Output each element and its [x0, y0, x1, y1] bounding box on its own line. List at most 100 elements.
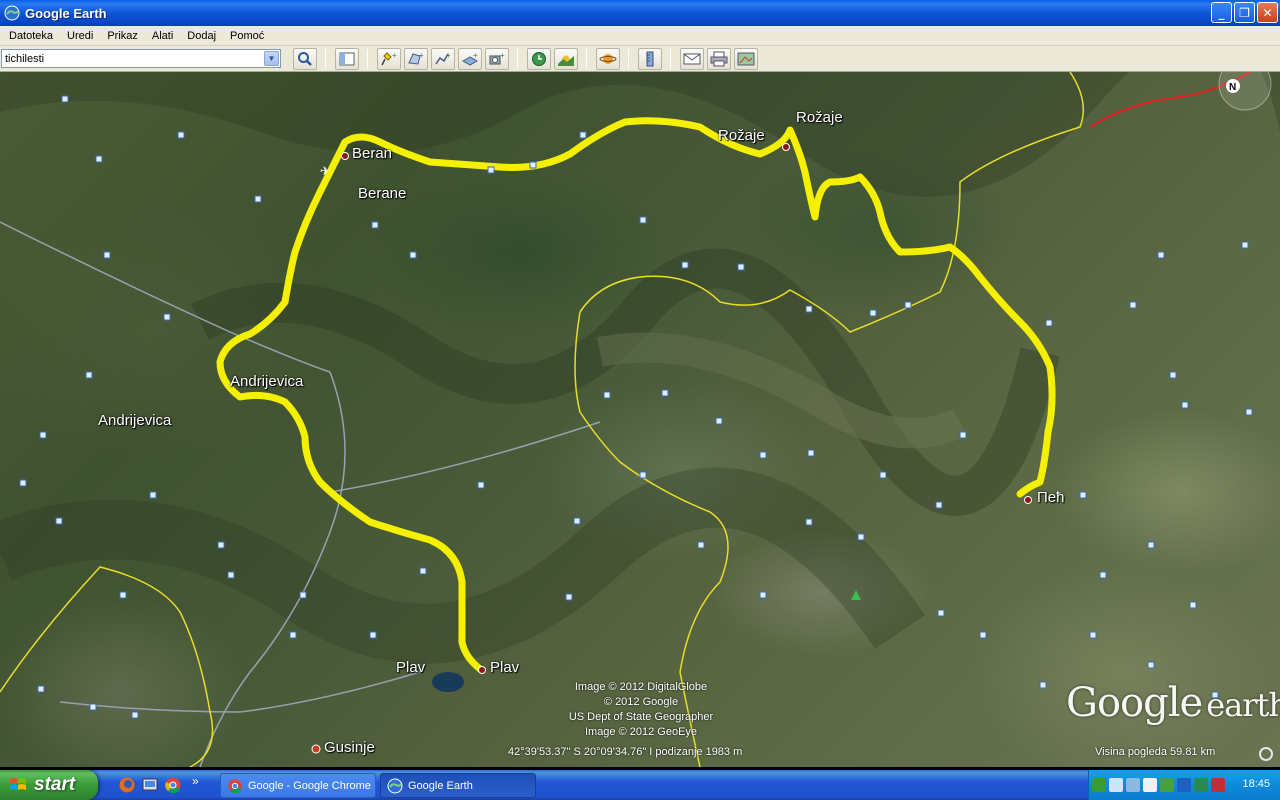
- label-plav-region[interactable]: Plav: [396, 659, 425, 676]
- poi-icon[interactable]: [937, 609, 945, 617]
- town-marker-berane[interactable]: [341, 152, 349, 160]
- poi-icon[interactable]: [37, 685, 45, 693]
- tray-update-icon[interactable]: [1194, 778, 1208, 792]
- chrome-icon[interactable]: [164, 776, 182, 794]
- tray-bluetooth-icon[interactable]: [1177, 778, 1191, 792]
- label-berane-region[interactable]: Berane: [358, 185, 406, 202]
- map-view[interactable]: N ✈ Beran Berane Rožaje Rožaje Andrijevi…: [0, 72, 1280, 767]
- poi-icon[interactable]: [1099, 571, 1107, 579]
- label-berane-city[interactable]: Beran: [352, 145, 392, 162]
- poi-icon[interactable]: [935, 501, 943, 509]
- label-rozaje-city[interactable]: Rožaje: [718, 127, 765, 144]
- show-desktop-icon[interactable]: [141, 776, 159, 794]
- add-polygon-button[interactable]: +: [404, 47, 428, 70]
- label-rozaje-region[interactable]: Rožaje: [796, 109, 843, 126]
- label-andrijevica-region[interactable]: Andrijevica: [98, 412, 171, 429]
- poi-icon[interactable]: [103, 251, 111, 259]
- poi-icon[interactable]: [529, 161, 537, 169]
- poi-icon[interactable]: [217, 541, 225, 549]
- poi-icon[interactable]: [805, 518, 813, 526]
- historical-imagery-button[interactable]: [527, 47, 551, 70]
- poi-icon[interactable]: [149, 491, 157, 499]
- poi-icon[interactable]: [1147, 661, 1155, 669]
- poi-icon[interactable]: [409, 251, 417, 259]
- poi-icon[interactable]: [1089, 631, 1097, 639]
- menu-tools[interactable]: Alati: [145, 30, 180, 42]
- firefox-icon[interactable]: [118, 776, 136, 794]
- town-marker-gusinje[interactable]: [311, 744, 321, 754]
- poi-icon[interactable]: [639, 471, 647, 479]
- poi-icon[interactable]: [1147, 541, 1155, 549]
- view-in-maps-button[interactable]: [734, 47, 758, 70]
- poi-icon[interactable]: [807, 449, 815, 457]
- poi-icon[interactable]: [959, 431, 967, 439]
- switch-planet-button[interactable]: [596, 47, 620, 70]
- poi-icon[interactable]: [487, 166, 495, 174]
- minimize-button[interactable]: _: [1211, 2, 1232, 23]
- poi-icon[interactable]: [39, 431, 47, 439]
- search-input[interactable]: [2, 50, 264, 67]
- poi-icon[interactable]: [715, 417, 723, 425]
- poi-icon[interactable]: [163, 313, 171, 321]
- poi-icon[interactable]: [565, 593, 573, 601]
- label-pec-city[interactable]: Пећ: [1037, 489, 1064, 506]
- poi-icon[interactable]: [61, 95, 69, 103]
- ruler-button[interactable]: [638, 47, 662, 70]
- poi-icon[interactable]: [477, 481, 485, 489]
- poi-icon[interactable]: [1189, 601, 1197, 609]
- tray-messenger-icon[interactable]: [1143, 778, 1157, 792]
- poi-icon[interactable]: [227, 571, 235, 579]
- poi-icon[interactable]: [19, 479, 27, 487]
- menu-file[interactable]: Datoteka: [2, 30, 60, 42]
- poi-icon[interactable]: [177, 131, 185, 139]
- airport-icon[interactable]: ✈: [320, 164, 330, 178]
- tray-speaker-icon[interactable]: [1126, 778, 1140, 792]
- tray-shield-icon[interactable]: [1160, 778, 1174, 792]
- poi-icon[interactable]: [805, 305, 813, 313]
- poi-icon[interactable]: [369, 631, 377, 639]
- poi-icon[interactable]: [603, 391, 611, 399]
- poi-icon[interactable]: [95, 155, 103, 163]
- poi-icon[interactable]: [85, 371, 93, 379]
- poi-icon[interactable]: [1129, 301, 1137, 309]
- town-marker-rozaje[interactable]: [782, 143, 790, 151]
- poi-icon[interactable]: [879, 471, 887, 479]
- tray-antivirus-icon[interactable]: [1211, 778, 1225, 792]
- add-image-overlay-button[interactable]: +: [458, 47, 482, 70]
- sidebar-toggle-button[interactable]: [335, 47, 359, 70]
- poi-icon[interactable]: [1039, 681, 1047, 689]
- tray-safety-icon[interactable]: [1092, 778, 1106, 792]
- poi-icon[interactable]: [573, 517, 581, 525]
- poi-icon[interactable]: [1079, 491, 1087, 499]
- poi-icon[interactable]: [681, 261, 689, 269]
- tray-network-icon[interactable]: [1109, 778, 1123, 792]
- poi-icon[interactable]: [869, 309, 877, 317]
- poi-icon[interactable]: [579, 131, 587, 139]
- poi-icon[interactable]: [1169, 371, 1177, 379]
- poi-icon[interactable]: [697, 541, 705, 549]
- add-path-button[interactable]: +: [431, 47, 455, 70]
- sunlight-button[interactable]: [554, 47, 578, 70]
- poi-icon[interactable]: [639, 216, 647, 224]
- menu-view[interactable]: Prikaz: [100, 30, 145, 42]
- search-button[interactable]: [293, 47, 317, 70]
- poi-icon[interactable]: [419, 567, 427, 575]
- town-marker-plav[interactable]: [478, 666, 486, 674]
- poi-icon[interactable]: [89, 703, 97, 711]
- start-button[interactable]: start: [0, 770, 98, 800]
- poi-icon[interactable]: [289, 631, 297, 639]
- task-chrome[interactable]: Google - Google Chrome: [220, 773, 376, 798]
- maximize-button[interactable]: ❐: [1234, 2, 1255, 23]
- poi-icon[interactable]: [1045, 319, 1053, 327]
- add-placemark-button[interactable]: +: [377, 47, 401, 70]
- poi-icon[interactable]: [131, 711, 139, 719]
- poi-icon[interactable]: [1241, 241, 1249, 249]
- menu-add[interactable]: Dodaj: [180, 30, 223, 42]
- chevron-down-icon[interactable]: ▼: [264, 51, 279, 66]
- town-marker-pec[interactable]: [1024, 496, 1032, 504]
- label-gusinje-city[interactable]: Gusinje: [324, 739, 375, 756]
- poi-icon[interactable]: [1157, 251, 1165, 259]
- quick-launch-more[interactable]: »: [192, 774, 199, 788]
- poi-icon[interactable]: [759, 451, 767, 459]
- poi-icon[interactable]: [904, 301, 912, 309]
